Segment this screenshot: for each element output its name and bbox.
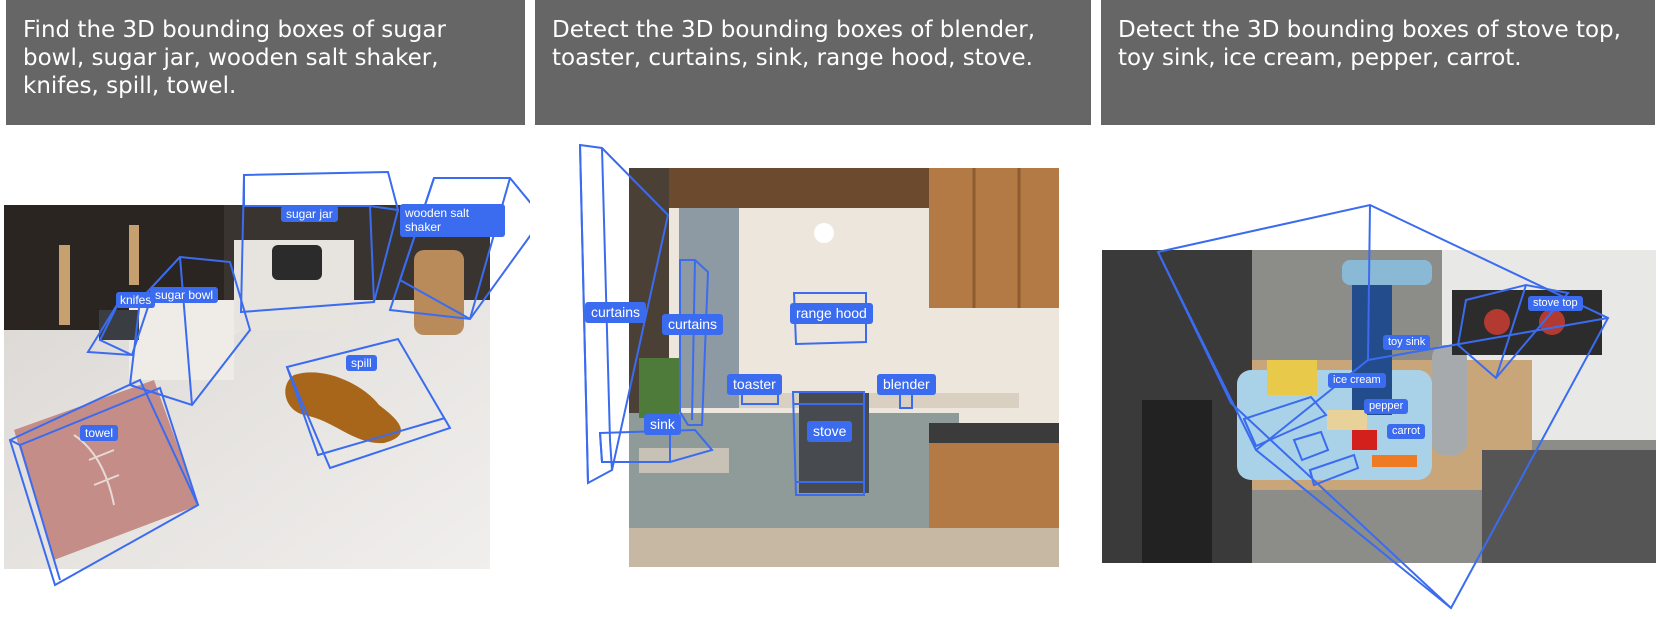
label-carrot: carrot [1387,424,1426,440]
prompt-text-2: Detect the 3D bounding boxes of blender,… [552,17,1036,71]
prompt-header-3: Detect the 3D bounding boxes of stove to… [1101,0,1655,125]
label-sugar-bowl: sugar bowl [150,287,219,304]
prompt-header-1: Find the 3D bounding boxes of sugar bowl… [6,0,525,125]
label-spill: spill [346,355,377,372]
prompt-text-3: Detect the 3D bounding boxes of stove to… [1118,17,1621,71]
panel-2: Detect the 3D bounding boxes of blender,… [530,0,1096,617]
label-toy-sink: toy sink [1383,335,1431,351]
panel-1: Find the 3D bounding boxes of sugar bowl… [0,0,530,617]
label-sugar-jar: sugar jar [281,206,338,223]
label-toaster: toaster [727,374,782,395]
label-sink: sink [644,414,681,435]
label-curtains-1: curtains [585,302,647,323]
label-wooden-salt-shaker: wooden salt shaker [400,204,505,237]
label-blender: blender [877,374,936,395]
label-pepper: pepper [1364,399,1409,415]
scene-image-1 [4,205,490,569]
label-stove-top: stove top [1528,296,1583,312]
panel-3: Detect the 3D bounding boxes of stove to… [1096,0,1661,617]
scene-image-2 [629,168,1059,567]
label-towel: towel [80,425,119,442]
prompt-text-1: Find the 3D bounding boxes of sugar bowl… [23,17,446,99]
label-range-hood: range hood [790,303,873,324]
label-curtains-2: curtains [662,314,724,335]
prompt-header-2: Detect the 3D bounding boxes of blender,… [535,0,1091,125]
label-stove: stove [807,421,853,442]
label-ice-cream: ice cream [1328,373,1386,389]
